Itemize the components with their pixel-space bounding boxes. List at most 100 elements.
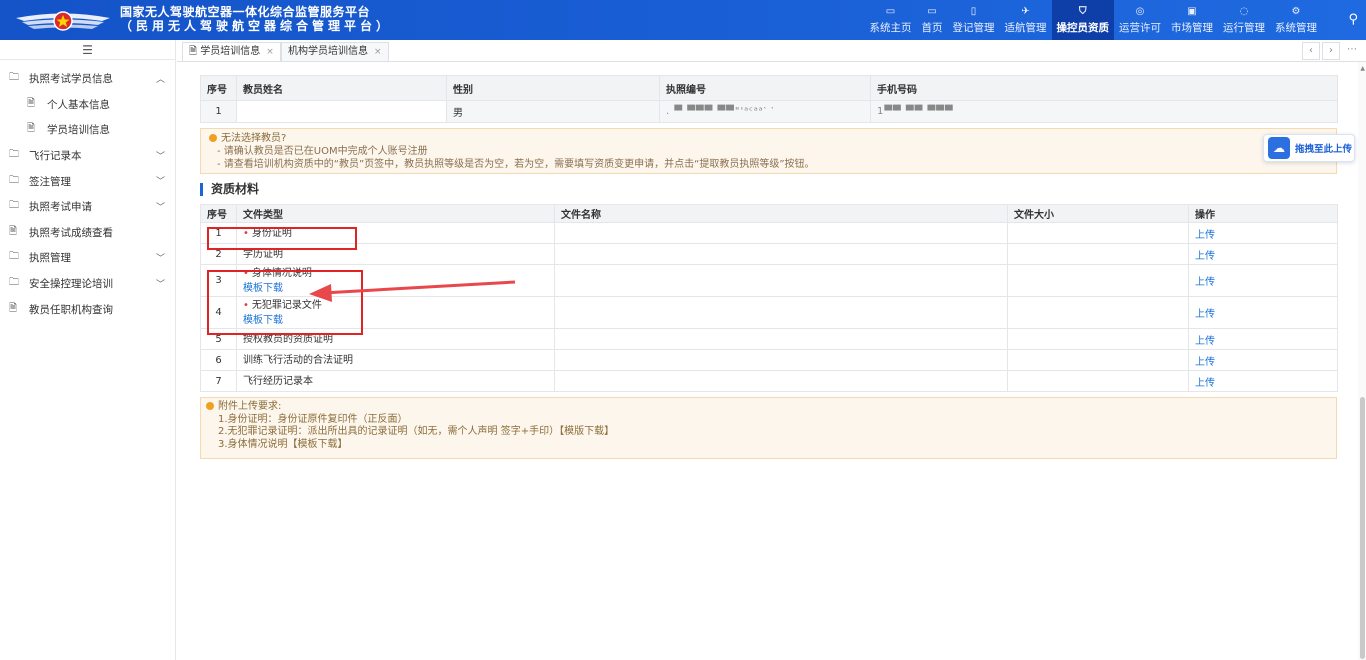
file-name-cell (554, 349, 1008, 371)
file-type-cell: 训练飞行活动的合法证明 (236, 349, 555, 371)
col-header: 文件大小 (1007, 204, 1189, 223)
nav-item[interactable]: ✈ 适航管理 (1000, 0, 1052, 40)
file-name-cell (554, 328, 1008, 350)
doc-icon: 🗎 (27, 123, 36, 135)
platform-title: 国家无人驾驶航空器一体化综合监管服务平台 （民用无人驾驶航空器综合管理平台） (120, 5, 392, 33)
globe-icon: ◎ (1135, 5, 1145, 17)
nav-label: 市场管理 (1171, 21, 1213, 34)
nav-item[interactable]: ◎ 运营许可 (1114, 0, 1166, 40)
col-header: 手机号码 (870, 75, 1338, 101)
caac-logo (16, 11, 110, 31)
nav-label: 首页 (921, 21, 943, 34)
table-row: 7 飞行经历记录本 上传 (200, 370, 1338, 392)
table-row: 6 训练飞行活动的合法证明 上传 (200, 349, 1338, 371)
attach-line: 3.身体情况说明【模板下载】 (218, 438, 348, 450)
drone-icon: ✈ (1021, 5, 1030, 17)
annotation-arrow (309, 280, 516, 302)
tab-prev-button[interactable]: ‹ (1302, 42, 1320, 60)
sidebar-collapse-button[interactable]: ☰ (0, 40, 175, 60)
sidebar-item-label: 学员培训信息 (47, 124, 110, 137)
sidebar-item-label: 教员任职机构查询 (29, 303, 113, 316)
scroll-up-icon[interactable]: ▲ (1360, 65, 1365, 72)
doc-icon: 🗎 (189, 46, 198, 57)
tab-label: 学员培训信息 (200, 46, 261, 57)
folder-icon: 🗀 (9, 149, 19, 161)
file-size-cell (1007, 370, 1189, 392)
scroll-thumb[interactable] (1360, 397, 1365, 659)
search-icon[interactable]: ⚲ (1348, 12, 1358, 27)
nav-item[interactable]: ▭ 首页 (917, 0, 948, 40)
sidebar-item[interactable]: 🗎 教员任职机构查询 (0, 296, 175, 322)
file-size-cell (1007, 328, 1189, 350)
sidebar-item[interactable]: 🗀 飞行记录本 ﹀ (0, 143, 175, 169)
nav-item[interactable]: ⚙ 系统管理 (1270, 0, 1322, 40)
upload-link[interactable]: 上传 (1195, 277, 1215, 288)
doc-icon: 🗎 (9, 302, 18, 314)
chevron-down-icon: ﹀ (155, 279, 165, 290)
file-size-cell (1007, 243, 1189, 265)
sidebar-item[interactable]: 🗀 安全操控理论培训 ﹀ (0, 271, 175, 297)
upload-link[interactable]: 上传 (1195, 230, 1215, 241)
upload-link[interactable]: 上传 (1195, 309, 1215, 320)
attach-title: 附件上传要求: (218, 401, 282, 412)
sidebar-item[interactable]: 🗎 个人基本信息 (0, 92, 175, 118)
sidebar-item[interactable]: 🗀 执照考试申请 ﹀ (0, 194, 175, 220)
tab-org-student-training[interactable]: 机构学员培训信息 × (281, 42, 389, 61)
nav-item[interactable]: ▯ 登记管理 (948, 0, 1000, 40)
refresh-icon: ◌ (1239, 5, 1249, 17)
sidebar-item-label: 安全操控理论培训 (29, 278, 113, 291)
main-scrollbar[interactable]: ▲ (1358, 62, 1366, 660)
action-cell: 上传 (1188, 370, 1338, 392)
sidebar-item[interactable]: 🗎 学员培训信息 (0, 117, 175, 143)
tab-next-button[interactable]: › (1322, 42, 1340, 60)
file-name-cell (554, 296, 1008, 329)
sidebar-item-label: 飞行记录本 (29, 150, 82, 163)
chevron-up-icon: ︿ (155, 75, 165, 85)
upload-link[interactable]: 上传 (1195, 357, 1215, 368)
nav-item[interactable]: ▣ 市场管理 (1166, 0, 1218, 40)
file-type-label: 授权教员的资质证明 (243, 333, 333, 345)
monitor-icon: ▭ (927, 5, 937, 17)
more-icon[interactable]: ⋯ (1343, 42, 1361, 60)
sidebar-menu: 🗀 执照考试学员信息 ︿ 🗎 个人基本信息 🗎 学员培训信息 🗀 飞行记录本 ﹀ 🗀 签注管理 ﹀ 🗀 执照… (0, 60, 175, 322)
action-cell: 上传 (1188, 264, 1338, 297)
nav-item[interactable]: ⛉ 操控员资质 (1051, 0, 1114, 40)
top-nav: ▭ 系统主页 ▭ 首页 ▯ 登记管理 ✈ 适航管理 ⛉ 操控员资质 ◎ 运营许可 ▣ 市场管理 ◌ 运行管理 ⚙… (865, 0, 1323, 40)
chevron-down-icon: ﹀ (155, 177, 165, 188)
platform-title-line2: （民用无人驾驶航空器综合管理平台） (120, 19, 393, 33)
nav-item[interactable]: ▭ 系统主页 (865, 0, 917, 40)
shield-icon: ⛉ (1079, 5, 1087, 17)
sidebar-item-label: 签注管理 (29, 175, 71, 188)
action-cell: 上传 (1188, 328, 1338, 350)
platform-title-line1: 国家无人驾驶航空器一体化综合监管服务平台 (120, 5, 371, 19)
col-header: 文件名称 (554, 204, 1008, 223)
sidebar-item-label: 执照管理 (29, 252, 71, 265)
upload-link[interactable]: 上传 (1195, 378, 1215, 389)
license-number-cell: . ▀ ▀▀▀ ▀▀"'ᵃᶜᵃᵃ‵ ‵ (659, 100, 871, 123)
drag-upload-widget[interactable]: ☁ 拖拽至此上传 (1263, 134, 1355, 162)
sidebar-item[interactable]: 🗀 签注管理 ﹀ (0, 168, 175, 194)
main-content: 序号 教员姓名 性别 执照编号 手机号码 1 男 . ▀ ▀▀▀ ▀▀"'ᵃᶜᵃ… (177, 62, 1366, 660)
sidebar-item-label: 执照考试申请 (29, 201, 92, 214)
chevron-down-icon: ﹀ (155, 254, 165, 265)
sidebar-item[interactable]: 🗎 执照考试成绩查看 (0, 220, 175, 246)
sidebar-item[interactable]: 🗀 执照管理 ﹀ (0, 245, 175, 271)
action-cell: 上传 (1188, 349, 1338, 371)
nav-item[interactable]: ◌ 运行管理 (1218, 0, 1270, 40)
file-type-label: 训练飞行活动的合法证明 (243, 354, 353, 366)
action-cell: 上传 (1188, 296, 1338, 329)
close-icon[interactable]: × (374, 47, 382, 57)
file-name-cell (554, 243, 1008, 265)
table-row: 5 授权教员的资质证明 上传 (200, 328, 1338, 350)
tab-student-training[interactable]: 🗎 学员培训信息 × (182, 42, 281, 61)
settings-icon: ⚙ (1291, 5, 1301, 17)
home-icon: ▭ (885, 5, 896, 17)
upload-link[interactable]: 上传 (1195, 251, 1215, 262)
file-name-cell (554, 370, 1008, 392)
menu-icon: ☰ (82, 43, 93, 57)
close-icon[interactable]: × (266, 47, 274, 57)
action-cell: 上传 (1188, 222, 1338, 244)
upload-link[interactable]: 上传 (1195, 336, 1215, 347)
folder-icon: 🗀 (9, 72, 19, 84)
sidebar-item[interactable]: 🗀 执照考试学员信息 ︿ (0, 66, 175, 92)
